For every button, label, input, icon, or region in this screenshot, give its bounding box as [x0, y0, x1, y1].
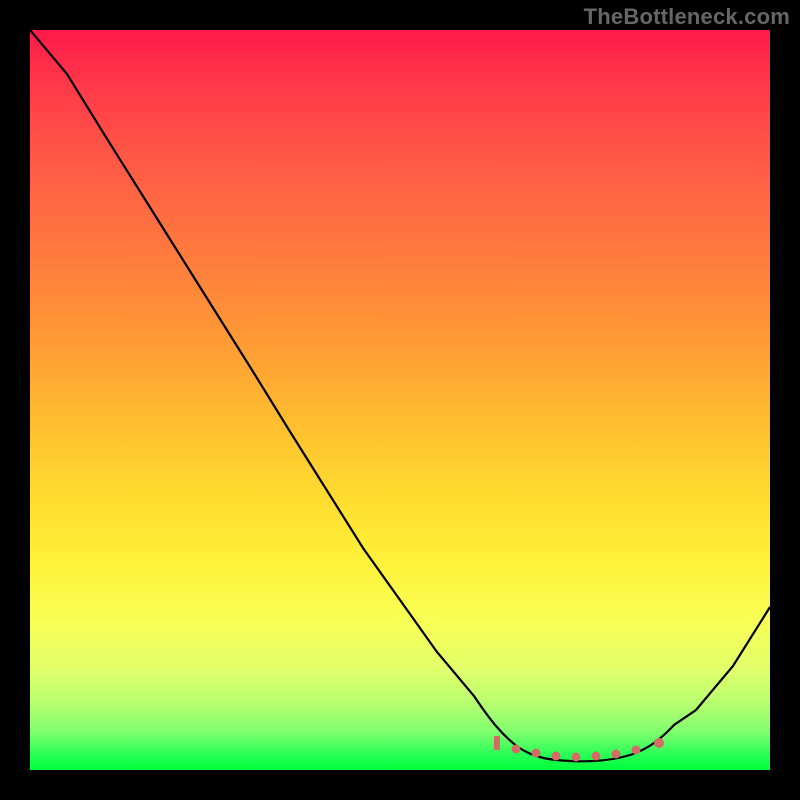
- bottleneck-curve-svg: [30, 30, 770, 770]
- plot-area: [30, 30, 770, 770]
- floor-markers-group: [494, 736, 664, 762]
- chart-frame: TheBottleneck.com: [0, 0, 800, 800]
- bottleneck-curve-path: [30, 30, 770, 761]
- watermark-text: TheBottleneck.com: [584, 4, 790, 30]
